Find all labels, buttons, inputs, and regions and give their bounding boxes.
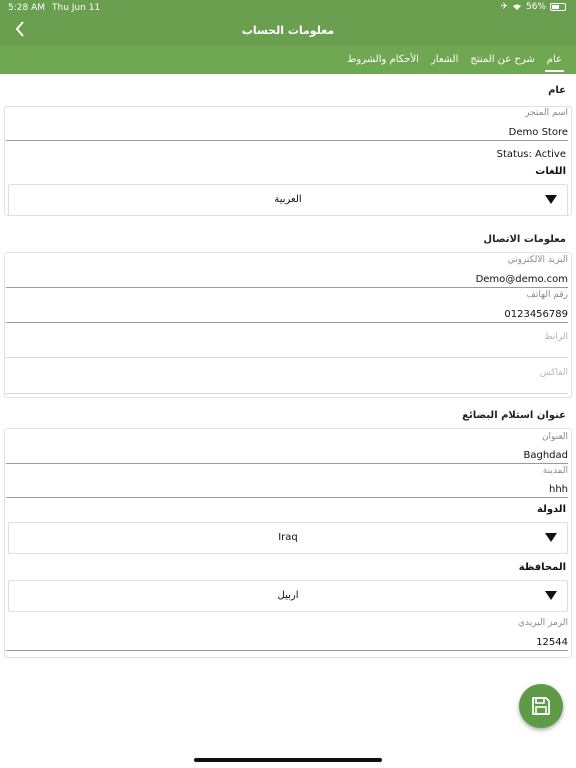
home-indicator [194, 758, 382, 762]
language-select[interactable]: العربية [8, 184, 568, 216]
section-title-pickup: عنوان استلام البضائع [462, 410, 566, 421]
province-value: اربيل [277, 590, 299, 601]
triangle-down-icon [545, 195, 557, 204]
store-name-value: Demo Store [508, 127, 568, 138]
postal-code-label: الرمز البريدي [517, 618, 568, 628]
phone-label: رقم الهاتف [526, 290, 568, 300]
nav-bar: معلومات الحساب [0, 16, 576, 46]
postal-code-value: 12544 [536, 637, 568, 648]
phone-field[interactable]: رقم الهاتف 0123456789 [6, 290, 568, 323]
tab-bar: عام شرح عن المنتج الشعار الأحكام والشروط [0, 46, 576, 74]
tab-terms[interactable]: الأحكام والشروط [341, 46, 425, 74]
country-label: الدولة [537, 504, 566, 515]
country-select[interactable]: Iraq [8, 522, 568, 554]
address-field[interactable]: العنوان Baghdad [6, 432, 568, 464]
battery-percent: 56% [525, 2, 546, 12]
email-value: Demo@demo.com [475, 274, 568, 285]
city-label: المدينة [542, 466, 568, 476]
address-label: العنوان [541, 432, 568, 442]
section-title-general: عام [548, 85, 566, 96]
phone-value: 0123456789 [504, 309, 568, 320]
form-content: عام اسم المتجر Demo Store Status: Active… [0, 74, 576, 768]
language-value: العربية [274, 194, 302, 205]
fax-placeholder: الفاكس [539, 368, 568, 378]
save-button[interactable] [519, 684, 563, 728]
status-text: Status: Active [496, 149, 566, 160]
province-select[interactable]: اربيل [8, 580, 568, 612]
store-name-field[interactable]: اسم المتجر Demo Store [6, 108, 568, 141]
airplane-icon: ✈ [500, 2, 508, 12]
link-field[interactable]: الرابط [6, 332, 568, 358]
province-label: المحافظة [518, 562, 566, 573]
tab-product-description[interactable]: شرح عن المنتج [464, 46, 540, 74]
page-title: معلومات الحساب [241, 24, 335, 37]
email-field[interactable]: البريد الالكتروني Demo@demo.com [6, 255, 568, 288]
wifi-icon [512, 4, 521, 10]
status-date: Thu Jun 11 [52, 3, 101, 13]
status-bar: 5:28 AM Thu Jun 11 ✈ 56% [0, 0, 576, 16]
email-label: البريد الالكتروني [507, 255, 568, 265]
fax-field[interactable]: الفاكس [6, 368, 568, 394]
status-indicators: ✈ 56% [500, 2, 566, 12]
languages-label: اللغات [535, 166, 566, 177]
city-value: hhh [548, 484, 568, 495]
address-value: Baghdad [523, 450, 569, 461]
city-field[interactable]: المدينة hhh [6, 466, 568, 498]
floppy-disk-icon [532, 697, 550, 715]
status-time: 5:28 AM [8, 3, 45, 13]
section-title-contact: معلومات الاتصال [483, 234, 566, 245]
link-placeholder: الرابط [544, 332, 568, 342]
tab-logo[interactable]: الشعار [425, 46, 464, 74]
battery-icon [550, 3, 566, 11]
store-name-label: اسم المتجر [525, 108, 568, 118]
postal-code-field[interactable]: الرمز البريدي 12544 [6, 618, 568, 651]
triangle-down-icon [545, 591, 557, 600]
triangle-down-icon [545, 533, 557, 542]
country-value: Iraq [278, 532, 298, 543]
tab-general[interactable]: عام [541, 46, 568, 74]
